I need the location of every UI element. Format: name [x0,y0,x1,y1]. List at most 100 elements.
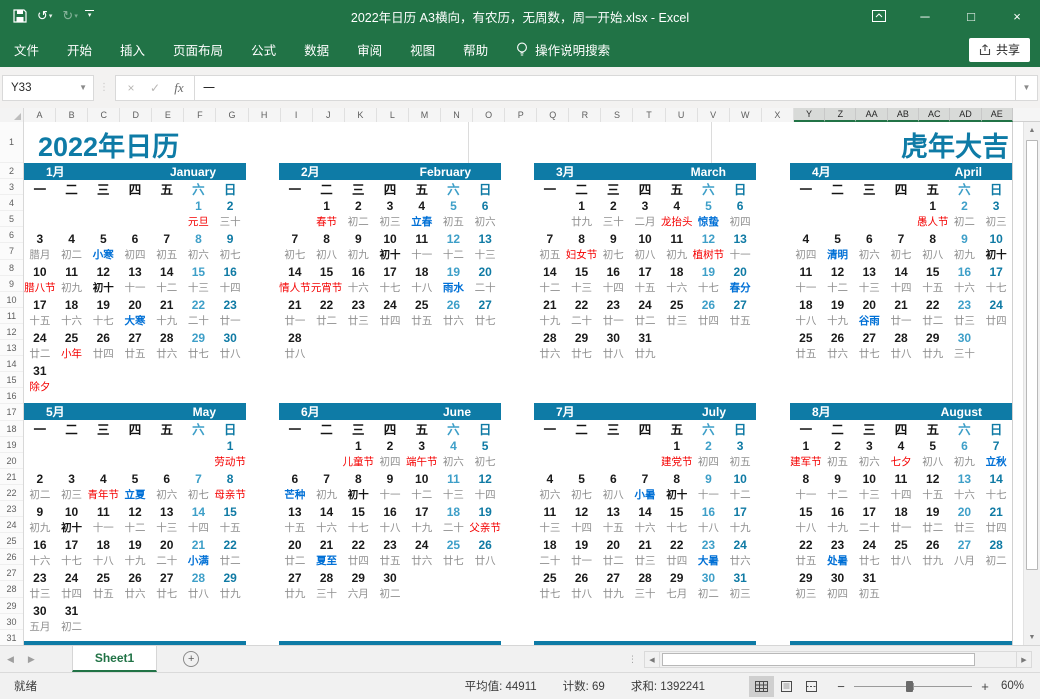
calendar-day[interactable]: 10 [56,504,88,521]
calendar-lunar[interactable]: 廿七 [183,347,215,364]
calendar-day[interactable]: 10 [853,471,885,488]
calendar-lunar[interactable]: 廿一 [214,314,246,331]
calendar-day[interactable]: 11 [661,231,693,248]
vertical-scroll-thumb[interactable] [1026,140,1038,570]
row-header-2[interactable]: 2 [0,163,23,179]
calendar-day[interactable]: 23 [597,297,629,314]
calendar-day[interactable]: 10 [24,264,56,281]
calendar-day[interactable]: 15 [790,504,822,521]
normal-view-icon[interactable] [749,676,774,697]
weekday-header[interactable]: 六 [693,420,725,438]
column-header-Y[interactable]: Y [794,108,825,122]
calendar-day[interactable]: 26 [693,297,725,314]
calendar-lunar[interactable] [151,455,183,472]
calendar-day[interactable]: 26 [822,330,854,347]
row-header-29[interactable]: 29 [0,598,23,614]
month-header[interactable]: 7月July [534,403,756,420]
maximize-button[interactable]: □ [948,0,994,32]
tell-me-search[interactable]: 操作说明搜索 [516,40,610,59]
calendar-lunar[interactable]: 二十 [469,281,501,298]
calendar-lunar[interactable]: 初十 [374,248,406,265]
calendar-lunar[interactable]: 廿一 [597,314,629,331]
calendar-lunar[interactable] [853,215,885,232]
calendar-day[interactable] [119,198,151,215]
zoom-level[interactable]: 60% [994,680,1040,692]
insert-function-icon[interactable]: fx [168,80,190,96]
column-header-H[interactable]: H [249,108,281,122]
calendar-lunar[interactable]: 廿一 [566,554,598,571]
calendar-lunar[interactable]: 建党节 [661,455,693,472]
calendar-lunar[interactable]: 三十 [311,587,343,604]
calendar-lunar[interactable]: 十六 [311,521,343,538]
calendar-day[interactable]: 19 [693,264,725,281]
calendar-lunar[interactable]: 廿五 [790,554,822,571]
calendar-day[interactable]: 6 [724,198,756,215]
calendar-day[interactable]: 30 [374,570,406,587]
calendar-day[interactable]: 14 [183,504,215,521]
calendar-lunar[interactable]: 小暑 [629,488,661,505]
weekday-header[interactable]: 二 [566,420,598,438]
weekday-header[interactable]: 一 [790,180,822,198]
calendar-lunar[interactable] [24,215,56,232]
column-header-AC[interactable]: AC [919,108,950,122]
calendar-day[interactable]: 29 [566,330,598,347]
calendar-day[interactable]: 13 [279,504,311,521]
calendar-lunar[interactable]: 元宵节 [311,281,343,298]
calendar-lunar[interactable]: 廿七 [469,314,501,331]
column-header-M[interactable]: M [409,108,441,122]
calendar-lunar[interactable]: 廿八 [597,347,629,364]
calendar-day[interactable]: 7 [534,231,566,248]
close-button[interactable]: × [994,0,1040,32]
calendar-day[interactable] [406,570,438,587]
calendar-day[interactable]: 21 [311,537,343,554]
calendar-lunar[interactable]: 腊八节 [24,281,56,298]
calendar-day[interactable]: 20 [119,297,151,314]
calendar-lunar[interactable]: 初三 [56,488,88,505]
calendar-day[interactable]: 11 [406,231,438,248]
calendar-day[interactable]: 14 [311,504,343,521]
calendar-day[interactable] [693,330,725,347]
calendar-lunar[interactable]: 青年节 [87,488,119,505]
calendar-lunar[interactable]: 廿二 [597,554,629,571]
calendar-day[interactable] [87,603,119,620]
weekday-header[interactable]: 三 [597,420,629,438]
calendar-lunar[interactable]: 十一 [119,281,151,298]
calendar-lunar[interactable]: 二十 [534,554,566,571]
calendar-lunar[interactable]: 二月 [629,215,661,232]
calendar-day[interactable]: 20 [469,264,501,281]
weekday-header[interactable]: 五 [661,180,693,198]
row-header-18[interactable]: 18 [0,421,23,437]
calendar-day[interactable]: 22 [183,297,215,314]
calendar-lunar[interactable]: 小年 [56,347,88,364]
calendar-lunar[interactable] [790,215,822,232]
calendar-day[interactable]: 28 [534,330,566,347]
row-header-5[interactable]: 5 [0,211,23,227]
calendar-lunar[interactable]: 十七 [693,281,725,298]
weekday-header[interactable]: 二 [56,420,88,438]
calendar-day[interactable]: 24 [853,537,885,554]
weekday-header[interactable]: 五 [151,180,183,198]
calendar-lunar[interactable]: 廿六 [151,347,183,364]
calendar-day[interactable] [438,570,470,587]
calendar-day[interactable]: 10 [406,471,438,488]
share-button[interactable]: 共享 [969,38,1030,62]
row-header-14[interactable]: 14 [0,356,23,372]
calendar-day[interactable]: 5 [438,198,470,215]
calendar-day[interactable]: 27 [279,570,311,587]
calendar-lunar[interactable]: 初四 [822,587,854,604]
calendar-day[interactable]: 4 [406,198,438,215]
weekday-header[interactable]: 日 [469,180,501,198]
calendar-lunar[interactable] [56,215,88,232]
row-header-20[interactable]: 20 [0,453,23,469]
sheet-tab-sheet1[interactable]: Sheet1 [72,646,157,672]
row-header-4[interactable]: 4 [0,195,23,211]
calendar-lunar[interactable]: 儿童节 [342,455,374,472]
calendar-lunar[interactable]: 廿四 [56,587,88,604]
calendar-day[interactable] [342,330,374,347]
calendar-day[interactable] [566,438,598,455]
name-box-caret-icon[interactable]: ▼ [79,83,87,92]
undo-caret-icon[interactable]: ▾ [49,12,53,20]
calendar-lunar[interactable] [534,215,566,232]
calendar-lunar[interactable]: 廿四 [661,554,693,571]
calendar-lunar[interactable]: 十九 [822,314,854,331]
